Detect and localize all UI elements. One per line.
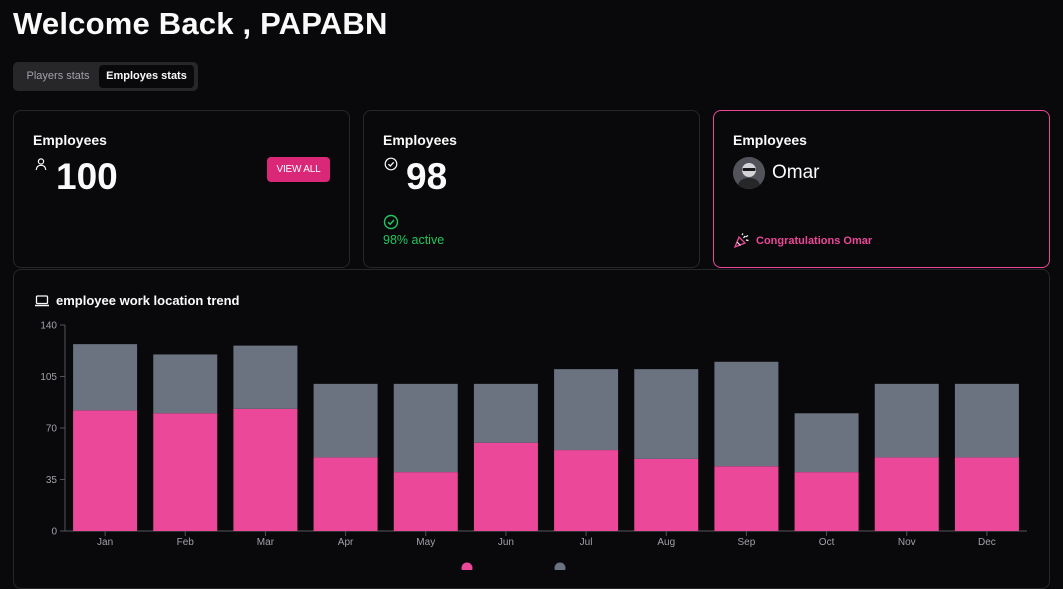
congratulations-message: Congratulations Omar: [756, 235, 873, 247]
x-tick-label: Apr: [338, 537, 354, 548]
bar-jun-series-1[interactable]: [473, 442, 538, 531]
bar-apr-series-1[interactable]: [313, 457, 378, 531]
bar-sep-series-2[interactable]: [714, 361, 779, 467]
employees-active-card: Employees 98 98% active: [363, 110, 700, 268]
bar-oct-series-2[interactable]: [794, 413, 859, 473]
active-status: 98% active: [383, 233, 445, 247]
y-tick-label: 140: [40, 321, 57, 332]
y-tick-label: 70: [46, 424, 58, 435]
stats-tabs: Players stats Employes stats: [13, 62, 198, 91]
tab-employes-stats[interactable]: Employes stats: [99, 65, 194, 88]
bar-aug-series-2[interactable]: [634, 369, 699, 459]
x-tick-label: Aug: [657, 537, 675, 548]
legend-marker-series-2[interactable]: [554, 562, 566, 571]
work-location-chart-card: employee work location trend 0 35 70 105 140…: [13, 269, 1050, 589]
x-tick-label: Sep: [738, 537, 756, 548]
bar-may-series-2[interactable]: [393, 383, 458, 473]
card-label: Employees: [733, 132, 807, 148]
avatar: [733, 157, 765, 189]
legend-marker-series-1[interactable]: [461, 562, 473, 571]
bar-aug-series-1[interactable]: [634, 458, 699, 531]
x-tick-label: May: [416, 537, 435, 548]
y-tick-label: 35: [46, 475, 58, 486]
bar-jul-series-2[interactable]: [554, 369, 619, 451]
x-tick-label: Feb: [177, 537, 195, 548]
bar-oct-series-1[interactable]: [794, 472, 859, 531]
bar-nov-series-2[interactable]: [874, 383, 939, 458]
bar-jul-series-1[interactable]: [554, 450, 619, 531]
bar-feb-series-2[interactable]: [153, 354, 218, 414]
employees-total-card: Employees 100 VIEW ALL: [13, 110, 350, 268]
page-title: Welcome Back , PAPABN: [13, 6, 388, 41]
bar-jan-series-2[interactable]: [73, 344, 138, 411]
bar-sep-series-1[interactable]: [714, 466, 779, 531]
x-tick-label: Mar: [257, 537, 275, 548]
y-tick-label: 0: [51, 527, 57, 538]
y-tick-label: 105: [40, 372, 57, 383]
employees-total-value: 100: [56, 156, 118, 197]
bar-jun-series-2[interactable]: [473, 383, 538, 443]
bar-apr-series-2[interactable]: [313, 383, 378, 458]
bar-nov-series-1[interactable]: [874, 457, 939, 531]
bar-dec-series-2[interactable]: [954, 383, 1019, 458]
badge-check-icon: [384, 157, 398, 171]
x-tick-label: Nov: [898, 537, 916, 548]
tab-players-stats[interactable]: Players stats: [17, 65, 99, 88]
party-popper-icon: [733, 233, 749, 249]
employee-highlight-card: Employees Omar Congratulations Omar: [713, 110, 1050, 268]
card-label: Employees: [383, 132, 457, 148]
bar-jan-series-1[interactable]: [73, 410, 138, 531]
work-location-chart: 0 35 70 105 140 Jan Feb Mar Apr May Jun Jul Aug Sep Oc…: [40, 321, 1027, 571]
check-circle-icon: [383, 214, 399, 230]
bar-feb-series-1[interactable]: [153, 413, 218, 531]
x-tick-label: Jun: [498, 537, 514, 548]
user-icon: [35, 158, 47, 171]
bar-may-series-1[interactable]: [393, 472, 458, 531]
card-label: Employees: [33, 132, 107, 148]
employee-name: Omar: [772, 162, 820, 183]
x-tick-label: Oct: [819, 537, 835, 548]
x-tick-label: Jan: [97, 537, 113, 548]
view-all-button[interactable]: VIEW ALL: [267, 157, 330, 182]
bar-mar-series-1[interactable]: [233, 408, 298, 531]
x-tick-label: Jul: [580, 537, 593, 548]
employees-active-value: 98: [406, 156, 448, 197]
x-tick-label: Dec: [978, 537, 996, 548]
bar-mar-series-2[interactable]: [233, 345, 298, 409]
bar-dec-series-1[interactable]: [954, 457, 1019, 531]
